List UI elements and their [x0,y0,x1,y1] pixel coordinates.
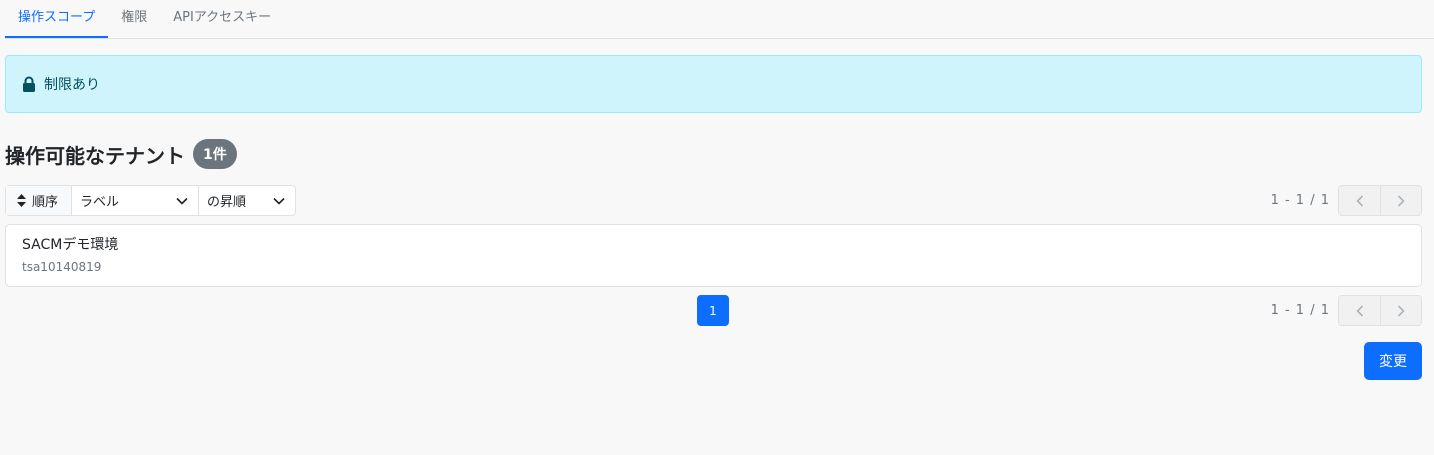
pager-bottom: 1 - 1 / 1 [1271,295,1422,326]
chevron-right-icon [1397,194,1405,207]
pager-top: 1 - 1 / 1 [1271,185,1422,216]
prev-page-button[interactable] [1339,186,1380,215]
tab-operation-scope[interactable]: 操作スコープ [5,0,109,38]
next-page-button[interactable] [1380,296,1421,325]
chevron-left-icon [1355,304,1363,317]
sort-label: 順序 [6,186,72,215]
sort-direction-select[interactable]: の昇順 [199,186,295,215]
chevron-right-icon [1397,304,1405,317]
page-number-button[interactable]: 1 [697,295,729,326]
tenant-name: SACMデモ環境 [22,237,119,253]
chevron-down-icon [176,197,188,205]
restriction-alert: 制限あり [5,55,1422,113]
section-heading: 操作可能なテナント 1件 [5,138,237,170]
tenant-id: tsa10140819 [22,260,102,274]
prev-page-button[interactable] [1339,296,1380,325]
alert-text: 制限あり [44,77,100,93]
sort-direction-value: の昇順 [207,195,247,210]
tab-permissions[interactable]: 権限 [108,0,160,38]
chevron-down-icon [273,197,285,205]
sort-field-select[interactable]: ラベル [72,186,199,215]
sort-bar: 順序 ラベル の昇順 [5,185,296,216]
pager-range: 1 - 1 / 1 [1270,303,1330,318]
pager-range: 1 - 1 / 1 [1270,193,1330,208]
lock-icon [23,76,35,92]
change-button[interactable]: 変更 [1364,342,1422,380]
next-page-button[interactable] [1380,186,1421,215]
sort-icon [17,194,26,207]
sort-field-value: ラベル [80,195,120,210]
tenant-list-item[interactable]: SACMデモ環境 tsa10140819 [5,224,1422,287]
section-title: 操作可能なテナント [5,143,185,168]
sort-label-text: 順序 [32,195,59,210]
count-badge: 1件 [193,139,237,169]
tab-api-access-key[interactable]: APIアクセスキー [160,0,284,38]
tab-bar: 操作スコープ 権限 APIアクセスキー [5,0,1434,39]
chevron-left-icon [1355,194,1363,207]
